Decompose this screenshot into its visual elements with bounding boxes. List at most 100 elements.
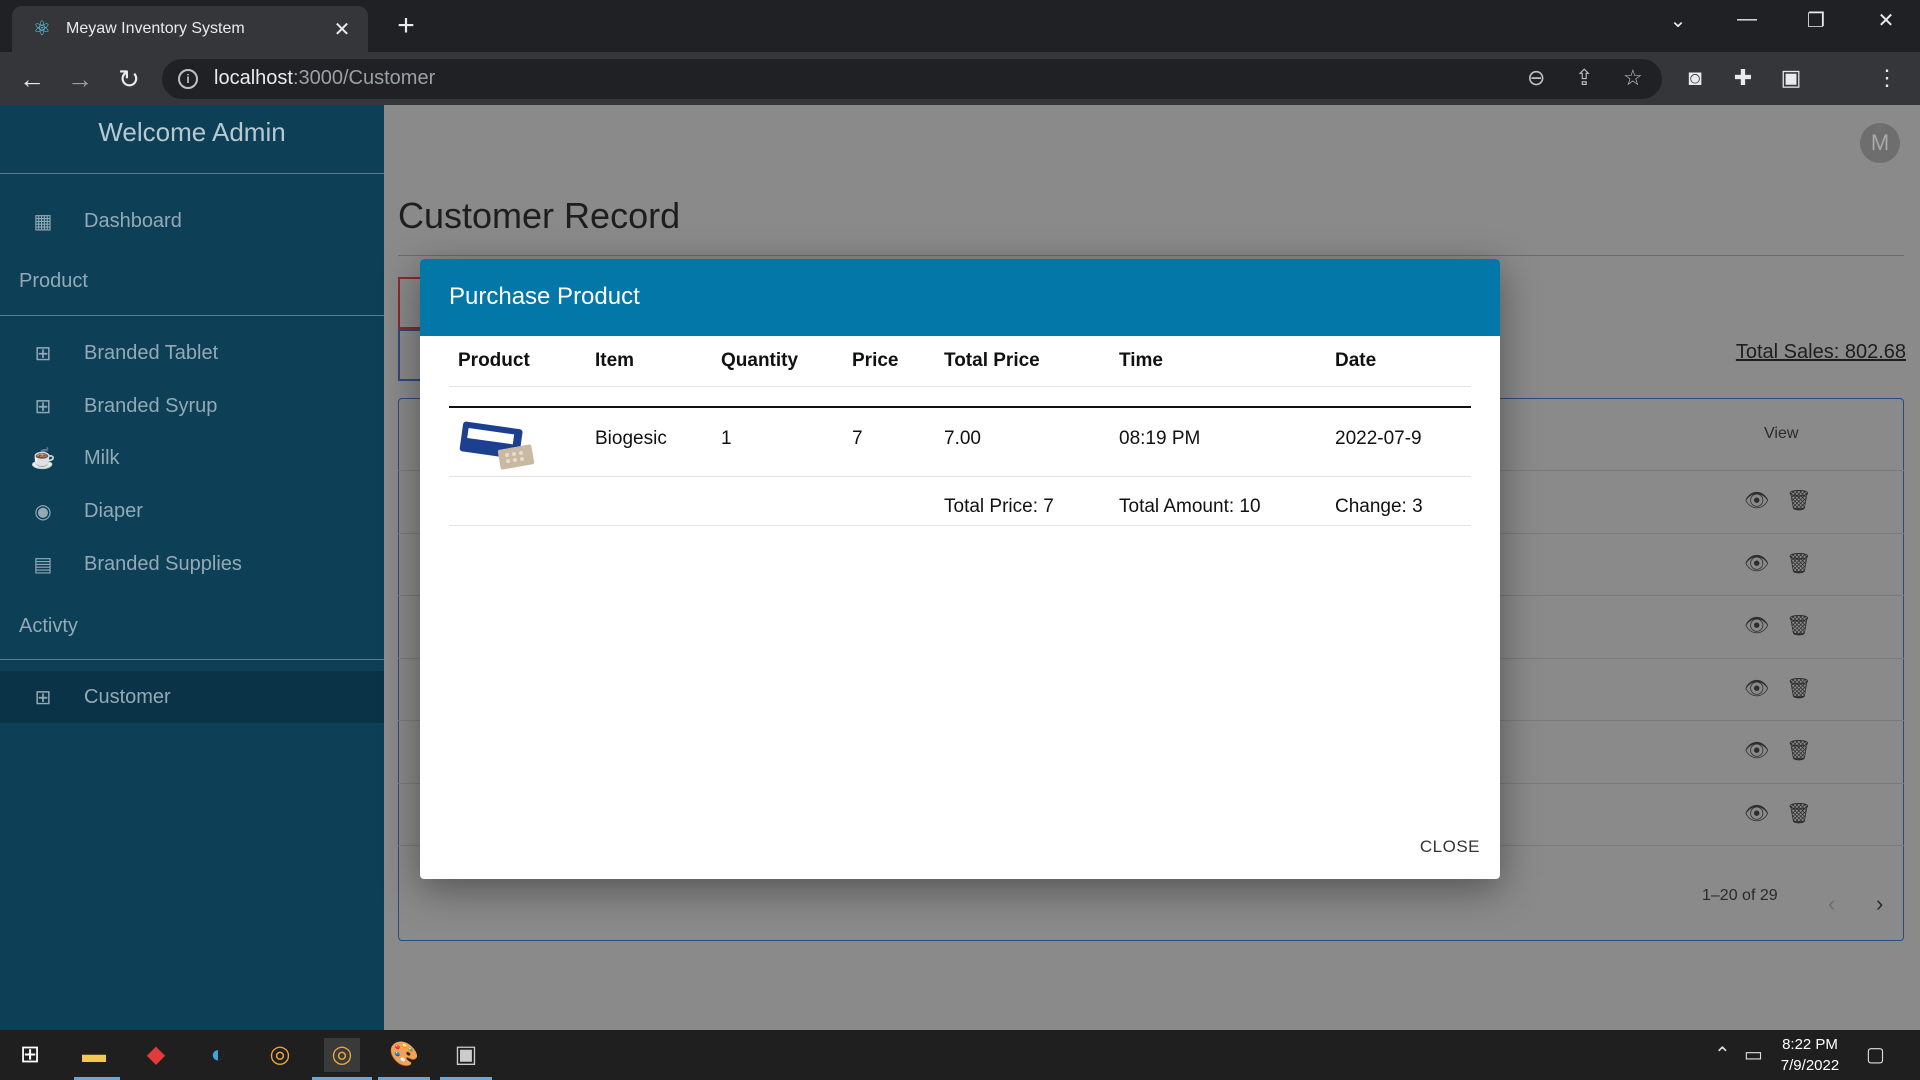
clock[interactable]: 8:22 PM 7/9/2022 [1770,1034,1850,1076]
cell-price: 7 [852,428,863,449]
bookmark-star-icon[interactable]: ☆ [1623,65,1643,91]
cell-date: 2022-07-9 [1335,428,1422,449]
view-eye-icon[interactable]: 👁 [1744,678,1769,700]
cell-quantity: 1 [721,428,732,449]
purchase-product-dialog: Purchase Product Product Item Quantity P… [420,259,1500,879]
trash-icon[interactable]: 🗑 [1786,740,1811,762]
section-heading-product: Product [19,270,88,292]
sidebar-item-label: Branded Supplies [84,552,242,575]
table-row: 👁 🗑 [1744,551,1811,576]
edge-icon[interactable]: ◐ [200,1038,236,1072]
trash-icon[interactable]: 🗑 [1786,615,1811,637]
browser-tab[interactable]: ⚛ Meyaw Inventory System ✕ [12,6,368,52]
total-sales-link[interactable]: Total Sales: 802.68 [1736,341,1906,364]
clock-date: 7/9/2022 [1780,1057,1840,1074]
dialog-title: Purchase Product [420,259,1500,336]
trash-icon[interactable]: 🗑 [1786,553,1811,575]
tab-title: Meyaw Inventory System [66,20,245,37]
tab-search-icon[interactable]: ⌄ [1658,8,1698,33]
address-bar[interactable]: i localhost:3000/Customer ⊖ ⇪ ☆ [162,59,1662,99]
forward-icon[interactable]: → [64,63,96,95]
trash-icon[interactable]: 🗑 [1786,803,1811,825]
sidebar-item-label: Dashboard [84,209,182,232]
new-tab-button[interactable]: + [390,10,422,42]
trash-icon[interactable]: 🗑 [1786,678,1811,700]
sidebar-item-label: Branded Syrup [84,394,218,417]
sidebar: Welcome Admin ▦ Dashboard Product ⊞ Bran… [0,105,384,1030]
page-title: Customer Record [398,195,681,236]
divider [398,255,1904,256]
divider [449,525,1471,526]
windows-start-icon[interactable]: ⊞ [12,1038,48,1072]
medkit-icon: ⊞ [34,395,52,418]
eye-icon: ◉ [34,500,52,523]
zoom-icon[interactable]: ⊖ [1527,65,1545,91]
trash-icon[interactable]: 🗑 [1786,490,1811,512]
tab-close-icon[interactable]: ✕ [330,17,354,42]
dashboard-icon: ▦ [33,210,53,233]
view-eye-icon[interactable]: 👁 [1744,615,1769,637]
react-icon: ⚛ [33,18,51,40]
table-row: 👁 🗑 [1744,676,1811,701]
sidebar-item-label: Milk [84,446,120,469]
table-row: 👁 🗑 [1744,613,1811,638]
footer-total-price: Total Price: 7 [944,496,1054,517]
window-close-icon[interactable]: ✕ [1866,8,1906,33]
extensions-icon[interactable]: ✚ [1729,65,1757,91]
terminal-icon[interactable]: ▣ [448,1038,484,1072]
network-icon[interactable]: ▭ [1744,1042,1763,1067]
file-explorer-icon[interactable]: ▬ [76,1038,112,1072]
divider [449,386,1471,387]
column-header-time: Time [1119,350,1164,371]
sidebar-item-branded-tablet[interactable]: ⊞ Branded Tablet [0,327,384,379]
sidebar-item-branded-supplies[interactable]: ▤ Branded Supplies [0,538,384,590]
restore-icon[interactable]: ❐ [1796,8,1836,33]
camera-icon[interactable]: ◙ [1681,65,1709,91]
reload-icon[interactable]: ↻ [113,63,145,95]
url-text[interactable]: localhost:3000/Customer [214,67,435,90]
column-header-date: Date [1335,350,1377,371]
minimize-icon[interactable]: — [1727,8,1767,31]
sidebar-item-customer[interactable]: ⊞ Customer [0,671,384,723]
next-page-icon[interactable]: › [1876,891,1883,917]
user-avatar[interactable]: M [1860,123,1900,163]
sidebar-item-milk[interactable]: ☕ Milk [0,432,384,484]
footer-change: Change: 3 [1335,496,1423,517]
cell-time: 08:19 PM [1119,428,1201,449]
share-icon[interactable]: ⇪ [1575,65,1593,91]
sidebar-item-label: Customer [84,685,171,708]
sidebar-item-dashboard[interactable]: ▦ Dashboard [0,195,384,247]
column-header-quantity: Quantity [721,350,799,371]
medkit-icon: ⊞ [34,686,52,709]
view-eye-icon[interactable]: 👁 [1744,553,1769,575]
cell-total-price: 7.00 [944,428,981,449]
sidebar-item-label: Branded Tablet [84,341,219,364]
close-button[interactable]: CLOSE [1420,837,1480,857]
chrome-profile-icon[interactable]: ◎ [324,1038,360,1072]
clock-time: 8:22 PM [1782,1036,1838,1053]
site-info-icon[interactable]: i [178,69,198,89]
tray-chevron-icon[interactable]: ⌃ [1714,1042,1731,1067]
footer-total-amount: Total Amount: 10 [1119,496,1261,517]
column-header-price: Price [852,350,899,371]
notifications-icon[interactable]: ▢ [1866,1042,1885,1067]
column-header-product: Product [458,350,530,371]
back-icon[interactable]: ← [16,63,48,95]
garena-icon[interactable]: ◆ [138,1038,174,1072]
view-eye-icon[interactable]: 👁 [1744,740,1769,762]
side-panel-icon[interactable]: ▣ [1777,65,1805,91]
chrome-icon[interactable]: ◎ [262,1038,298,1072]
paint-icon[interactable]: 🎨 [386,1038,422,1072]
divider [449,406,1471,408]
sidebar-item-branded-syrup[interactable]: ⊞ Branded Syrup [0,380,384,432]
divider [0,315,384,316]
prev-page-icon[interactable]: ‹ [1828,891,1835,917]
view-eye-icon[interactable]: 👁 [1744,803,1769,825]
divider [449,476,1471,477]
menu-dots-icon[interactable]: ⋮ [1873,65,1901,91]
sidebar-item-label: Diaper [84,499,143,522]
browser-tab-bar: ⚛ Meyaw Inventory System ✕ + ⌄ — ❐ ✕ [0,0,1920,52]
sidebar-item-diaper[interactable]: ◉ Diaper [0,485,384,537]
divider [0,659,384,660]
view-eye-icon[interactable]: 👁 [1744,490,1769,512]
